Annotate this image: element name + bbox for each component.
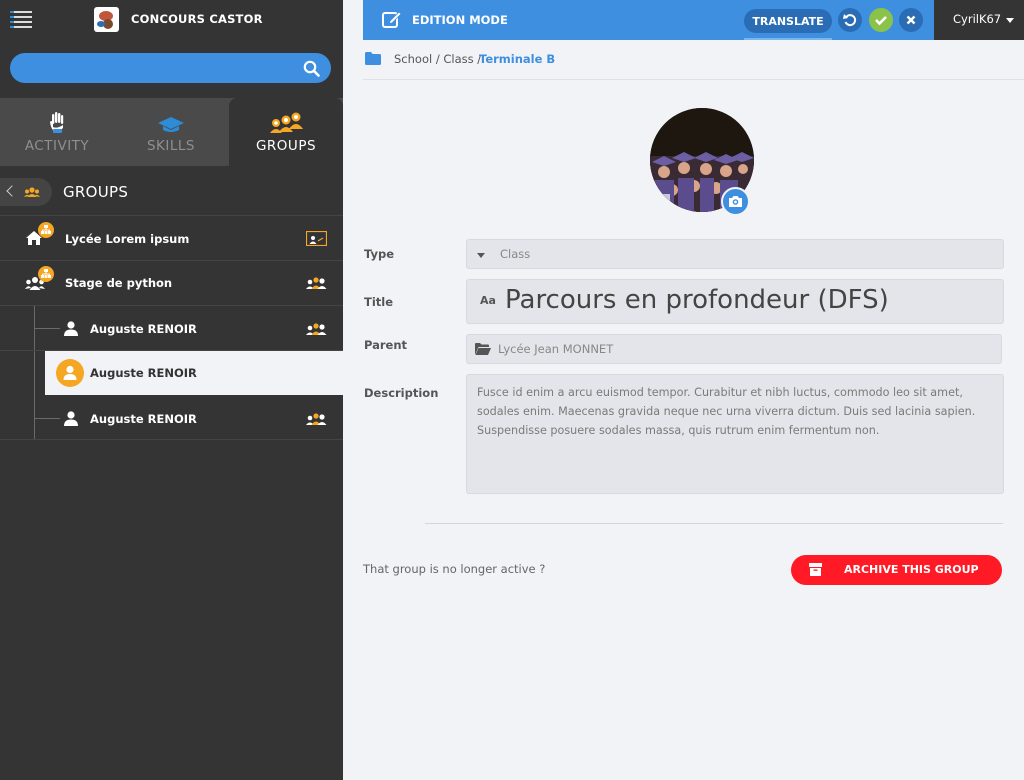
tab-groups[interactable]: GROUPS [229,98,343,166]
manage-members-icon[interactable] [305,276,327,290]
back-button[interactable] [0,178,52,206]
title-value: Parcours en profondeur (DFS) [505,285,889,315]
translate-button[interactable]: TRANSLATE [744,9,832,33]
search-icon[interactable] [303,60,320,77]
group-item-label: Lycée Lorem ipsum [65,232,190,246]
edition-toolbar: EDITION MODE TRANSLATE [363,0,934,40]
cancel-button[interactable] [899,8,923,32]
tab-label: ACTIVITY [24,138,90,154]
group-item-label: Auguste RENOIR [90,366,197,380]
parent-select[interactable]: Lycée Jean MONNET [466,334,1002,364]
parent-label: Parent [364,338,408,352]
group-item-label: Auguste RENOIR [90,412,197,426]
group-item-school[interactable]: Lycée Lorem ipsum [0,216,343,261]
caret-down-icon [477,253,485,258]
hierarchy-badge-icon [38,266,54,282]
groups-header: GROUPS [0,166,343,216]
camera-button[interactable] [721,187,750,216]
check-icon [875,16,887,26]
group-item-label: Auguste RENOIR [90,322,197,336]
user-avatar-icon [56,359,84,387]
chevron-down-icon [1006,18,1014,23]
undo-button[interactable] [838,8,862,32]
close-icon [906,15,916,25]
edit-icon [382,11,402,28]
title-label: Title [364,295,394,309]
graduation-cap-icon [158,117,184,132]
inactive-question: That group is no longer active ? [363,562,546,576]
app-logo [94,7,119,32]
folder-open-icon [475,343,491,355]
group-item-stage[interactable]: Stage de python [0,261,343,306]
tab-skills[interactable]: SKILLS [114,98,228,166]
type-value: Class [500,247,531,261]
sidebar-header: CONCOURS CASTOR [0,0,343,40]
archive-label: ARCHIVE THIS GROUP [844,563,979,576]
sidebar-tabs: ACTIVITY SKILLS GROUPS [0,98,343,166]
description-label: Description [364,386,439,400]
group-item-member[interactable]: Auguste RENOIR [0,306,343,351]
section-title: GROUPS [63,183,129,201]
type-select[interactable]: Class [466,239,1004,269]
menu-icon[interactable] [10,10,32,30]
title-input[interactable]: Aa Parcours en profondeur (DFS) [466,279,1004,324]
user-menu[interactable]: CyrilK67 [934,0,1024,40]
undo-icon [843,14,857,27]
breadcrumb: School / Class / Terminale B [363,40,1024,80]
tab-activity[interactable]: ACTIVITY [0,98,114,166]
breadcrumb-path[interactable]: School / Class / [394,52,481,66]
chevron-left-icon [6,185,18,197]
group-item-member[interactable]: Auguste RENOIR [0,396,343,440]
tab-label: SKILLS [146,138,195,154]
user-icon [64,321,78,336]
save-button[interactable] [869,8,893,32]
edition-mode-label: EDITION MODE [412,13,508,27]
breadcrumb-current: Terminale B [479,52,556,66]
tab-label: GROUPS [255,138,317,154]
text-format-icon: Aa [480,294,496,307]
group-icon [24,187,40,197]
hand-icon [50,112,64,133]
group-item-member-selected[interactable]: Auguste RENOIR [45,351,343,395]
user-icon [64,411,78,426]
description-textarea[interactable]: Fusce id enim a arcu euismod tempor. Cur… [466,374,1004,494]
manage-members-icon[interactable] [305,322,327,336]
camera-icon [729,196,742,207]
archive-icon [809,563,822,576]
manage-members-icon[interactable] [305,412,327,426]
sidebar: CONCOURS CASTOR ACTIVITY SKILLS GROUPS G… [0,0,343,780]
username: CyrilK67 [953,12,1002,26]
group-item-label: Stage de python [65,276,173,290]
type-label: Type [364,247,395,261]
search-input[interactable] [10,53,331,83]
app-title: CONCOURS CASTOR [131,12,263,26]
divider [425,523,1003,524]
classroom-icon[interactable] [306,231,327,246]
archive-group-button[interactable]: ARCHIVE THIS GROUP [791,555,1002,585]
hierarchy-badge-icon [38,222,54,238]
folder-icon [365,52,381,65]
people-group-icon [270,112,303,133]
parent-value: Lycée Jean MONNET [498,342,614,356]
